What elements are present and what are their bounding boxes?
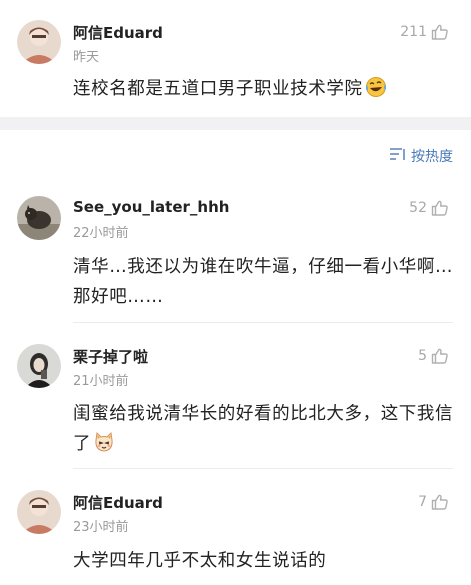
comment-text-content: 连校名都是五道口男子职业技术学院: [73, 79, 363, 99]
cat-face-emoji: [93, 431, 115, 463]
like-button[interactable]: 211: [400, 21, 449, 43]
thumbs-up-icon: [431, 199, 449, 217]
timestamp: 22小时前: [73, 226, 129, 241]
laughing-crying-emoji: [365, 76, 387, 108]
sort-label: 按热度: [411, 149, 453, 165]
username[interactable]: 阿信Eduard: [73, 22, 163, 43]
like-button[interactable]: 52: [409, 197, 449, 219]
like-button[interactable]: 5: [418, 345, 449, 367]
thumbs-up-icon: [431, 347, 449, 365]
comment-text: 连校名都是五道口男子职业技术学院: [73, 74, 458, 108]
username[interactable]: 阿信Eduard: [73, 492, 163, 513]
thumbs-up-icon: [431, 23, 449, 41]
like-count: 211: [400, 24, 427, 40]
timestamp: 21小时前: [73, 374, 129, 389]
username[interactable]: 栗子掉了啦: [73, 346, 148, 367]
username[interactable]: See_you_later_hhh: [73, 198, 229, 216]
like-button[interactable]: 7: [418, 491, 449, 513]
divider: [73, 468, 453, 469]
comment-text: 清华…我还以为谁在吹牛逼，仔细一看小华啊…那好吧……: [73, 257, 454, 307]
like-count: 7: [418, 494, 427, 510]
avatar[interactable]: [17, 490, 61, 534]
section-separator: [0, 117, 471, 130]
like-count: 52: [409, 200, 427, 216]
comment-text: 大学四年几乎不太和女生说话的: [73, 551, 327, 571]
avatar[interactable]: [17, 196, 61, 240]
avatar[interactable]: [17, 20, 61, 64]
avatar[interactable]: [17, 344, 61, 388]
timestamp: 23小时前: [73, 520, 129, 535]
like-count: 5: [418, 348, 427, 364]
top-comment: 阿信Eduard 昨天 211 连校名都是五道口男子职业技术学院: [0, 0, 471, 117]
comment-text: 闺蜜给我说清华长的好看的比北大多，这下我信了: [73, 399, 458, 463]
comments-page: 阿信Eduard 昨天 211 连校名都是五道口男子职业技术学院 按热度 See…: [0, 0, 471, 585]
thumbs-up-icon: [431, 493, 449, 511]
divider: [73, 322, 453, 323]
comment-text-content: 闺蜜给我说清华长的好看的比北大多，这下我信了: [73, 404, 454, 454]
sort-lines-icon: [389, 146, 407, 166]
sort-by-heat-button[interactable]: 按热度: [389, 146, 453, 166]
timestamp: 昨天: [73, 50, 100, 65]
